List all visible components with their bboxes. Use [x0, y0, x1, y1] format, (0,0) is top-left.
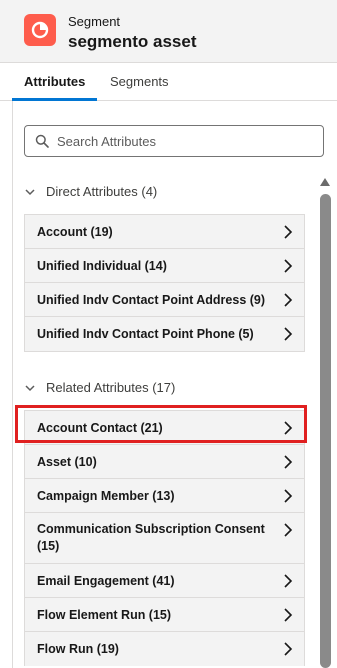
list-item[interactable]: Unified Indv Contact Point Address (9) [25, 283, 304, 317]
direct-attributes-toggle[interactable]: Direct Attributes (4) [24, 184, 157, 199]
item-label: Asset (10) [37, 455, 97, 469]
item-label: Unified Indv Contact Point Address (9) [37, 293, 266, 307]
segment-pie-icon [24, 14, 56, 46]
chevron-right-icon [284, 608, 293, 622]
chevron-right-icon [284, 574, 293, 588]
object-type-label: Segment [68, 14, 121, 29]
list-item[interactable]: Unified Individual (14) [25, 249, 304, 283]
item-label: Communication Subscription Consent (15) [37, 522, 265, 553]
chevron-right-icon [284, 455, 293, 469]
direct-attributes-list: Account (19) Unified Individual (14) Uni… [24, 214, 305, 352]
list-item[interactable]: Asset (10) [25, 445, 304, 479]
item-label: Account Contact (21) [37, 421, 163, 435]
search-input[interactable] [57, 126, 317, 156]
chevron-right-icon [284, 259, 293, 273]
chevron-right-icon [284, 327, 293, 341]
tab-attributes[interactable]: Attributes [24, 74, 85, 89]
search-box[interactable] [24, 125, 324, 157]
item-label: Unified Individual (14) [37, 259, 167, 273]
list-item[interactable]: Communication Subscription Consent (15) [25, 513, 304, 564]
segment-title: segmento asset [68, 32, 197, 51]
related-attributes-list: Account Contact (21) Asset (10) Campaign… [24, 410, 305, 666]
chevron-down-icon [25, 384, 35, 391]
chevron-right-icon [284, 489, 293, 503]
chevron-right-icon [284, 523, 293, 537]
section-label: Related Attributes (17) [46, 380, 176, 395]
scrollbar-thumb[interactable] [320, 194, 331, 668]
chevron-right-icon [284, 642, 293, 656]
panel-header: Segment segmento asset [0, 0, 337, 63]
search-icon [35, 134, 49, 148]
section-label: Direct Attributes (4) [46, 184, 158, 199]
chevron-right-icon [284, 293, 293, 307]
item-label: Unified Indv Contact Point Phone (5) [37, 327, 254, 341]
item-label: Account (19) [37, 225, 113, 239]
item-label: Email Engagement (41) [37, 574, 175, 588]
list-item[interactable]: Flow Element Run (15) [25, 598, 304, 632]
tab-segments[interactable]: Segments [110, 74, 169, 89]
scroll-up-arrow-icon[interactable] [319, 177, 331, 187]
tab-bar: Attributes Segments [0, 63, 337, 101]
item-label: Campaign Member (13) [37, 489, 175, 503]
list-item[interactable]: Email Engagement (41) [25, 564, 304, 598]
item-label: Flow Run (19) [37, 642, 119, 656]
chevron-right-icon [284, 421, 293, 435]
chevron-right-icon [284, 225, 293, 239]
list-item[interactable]: Campaign Member (13) [25, 479, 304, 513]
list-item[interactable]: Account (19) [25, 215, 304, 249]
chevron-down-icon [25, 188, 35, 195]
item-label: Flow Element Run (15) [37, 608, 172, 622]
list-item[interactable]: Unified Indv Contact Point Phone (5) [25, 317, 304, 351]
related-attributes-toggle[interactable]: Related Attributes (17) [24, 380, 175, 395]
list-item[interactable]: Account Contact (21) [25, 411, 304, 445]
list-item[interactable]: Flow Run (19) [25, 632, 304, 666]
